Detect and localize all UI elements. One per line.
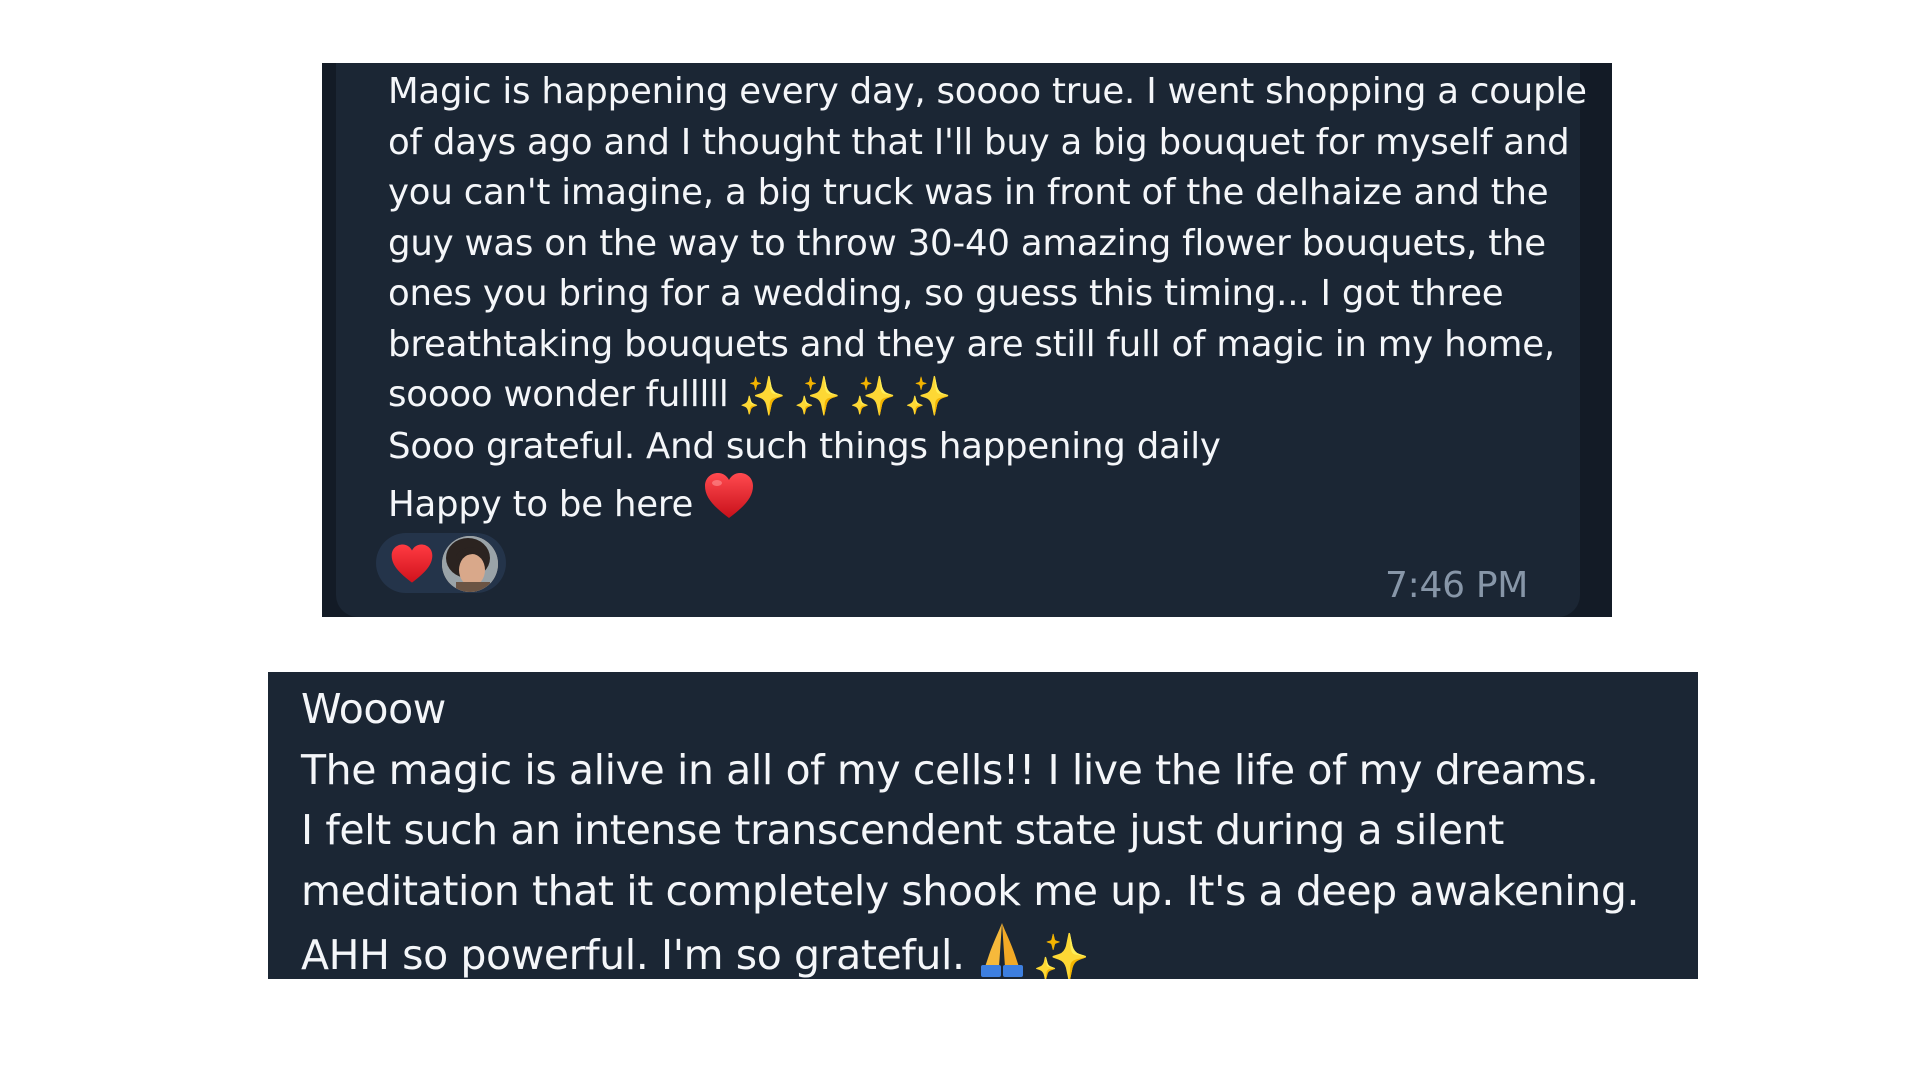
message-line: I felt such an intense transcendent stat… xyxy=(301,806,1504,854)
message-line-with-emojis: AHH so powerful. I'm so grateful. ✨ xyxy=(301,921,1639,979)
message-line: of days ago and I thought that I'll buy … xyxy=(388,121,1570,163)
message-line: AHH so powerful. I'm so grateful. xyxy=(301,931,965,979)
message-line: you can't imagine, a big truck was in fr… xyxy=(388,172,1549,213)
message-bubble[interactable]: Magic is happening every day, soooo true… xyxy=(336,63,1587,617)
message-text: Wooow The magic is alive in all of my ce… xyxy=(301,679,1640,979)
page: Magic is happening every day, soooo true… xyxy=(0,0,1920,1080)
message-line-with-heart: Happy to be here xyxy=(388,472,1588,531)
sparkles-emoji: ✨✨✨✨ xyxy=(738,374,960,418)
message-line: meditation that it completely shook me u… xyxy=(301,866,1640,915)
message-screenshot-1: Magic is happening every day, soooo true… xyxy=(322,63,1612,617)
message-line: guy was on the way to throw 30-40 amazin… xyxy=(388,222,1546,264)
heart-emoji xyxy=(705,473,754,518)
message-line: Wooow xyxy=(301,685,446,733)
message-line: Magic is happening every day, soooo true… xyxy=(388,71,1587,112)
sparkles-emoji: ✨ xyxy=(1032,930,1090,979)
heart-icon[interactable] xyxy=(390,543,434,585)
message-line: Sooo grateful. And such things happening… xyxy=(388,425,1221,467)
message-line: breathtaking bouquets and they are still… xyxy=(388,323,1556,365)
message-text: Magic is happening every day, soooo true… xyxy=(388,67,1588,531)
message-line: The magic is alive in all of my cells!! … xyxy=(301,745,1599,794)
praying-hands-emoji xyxy=(980,923,1023,977)
message-screenshot-2: Wooow The magic is alive in all of my ce… xyxy=(268,672,1698,979)
message-line: soooo wonder fulllll xyxy=(388,374,729,415)
reactions[interactable] xyxy=(376,533,506,593)
message-line: Happy to be here xyxy=(388,484,694,525)
message-line: ones you bring for a wedding, so guess t… xyxy=(388,273,1504,314)
message-line-with-sparkles: soooo wonder fulllll ✨✨✨✨ xyxy=(388,370,1588,422)
avatar-picture xyxy=(442,536,498,592)
avatar[interactable] xyxy=(442,536,498,592)
message-time: 7:46 PM xyxy=(1385,565,1528,606)
